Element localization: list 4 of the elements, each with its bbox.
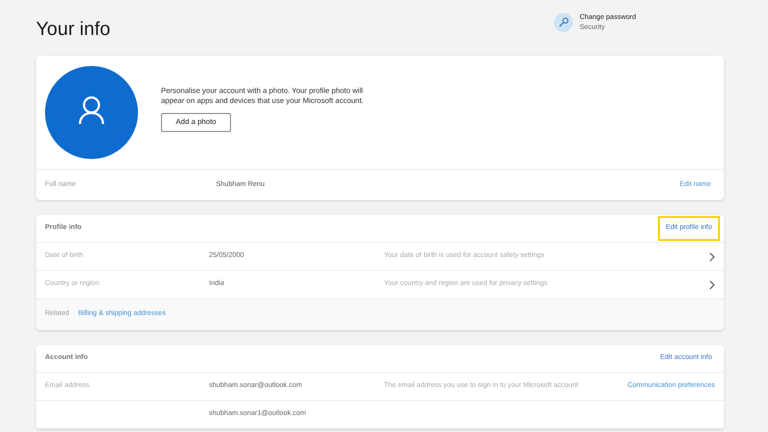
- chevron-right-icon: [709, 252, 715, 262]
- avatar-icon: [45, 66, 138, 159]
- chevron-right-icon: [709, 280, 715, 290]
- page-title: Your info: [36, 18, 110, 42]
